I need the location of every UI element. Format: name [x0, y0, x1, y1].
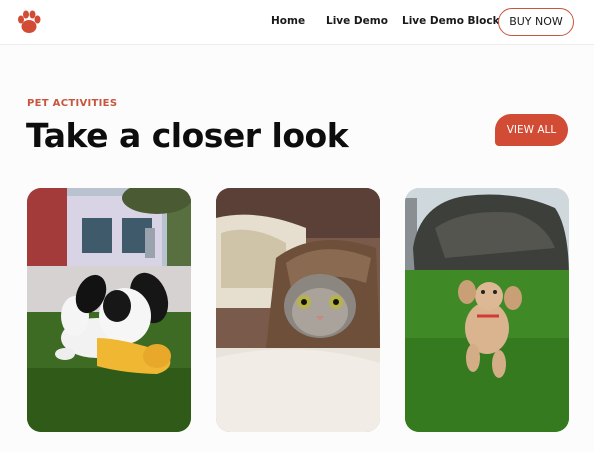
nav-live-demo-link[interactable]: Live Demo	[326, 15, 388, 27]
kitten-under-blanket-photo	[216, 188, 380, 432]
view-all-button[interactable]: VIEW ALL	[495, 114, 568, 146]
paw-logo-icon[interactable]	[14, 7, 44, 37]
poodle-running-grass-photo	[405, 188, 569, 432]
puppy-chewing-toy-photo	[27, 188, 191, 432]
buy-now-button[interactable]: BUY NOW	[498, 8, 574, 36]
nav-home-link[interactable]: Home	[271, 15, 305, 27]
activity-card-poodle[interactable]	[405, 188, 569, 432]
activity-card-kitten[interactable]	[216, 188, 380, 432]
section-heading: Take a closer look	[26, 116, 349, 155]
site-header: Home Live Demo Live Demo Blocks BUY NOW	[0, 0, 594, 45]
activity-card-puppy[interactable]	[27, 188, 191, 432]
nav-live-demo-blocks-link[interactable]: Live Demo Blocks	[402, 15, 506, 27]
section-eyebrow: PET ACTIVITIES	[27, 98, 118, 109]
